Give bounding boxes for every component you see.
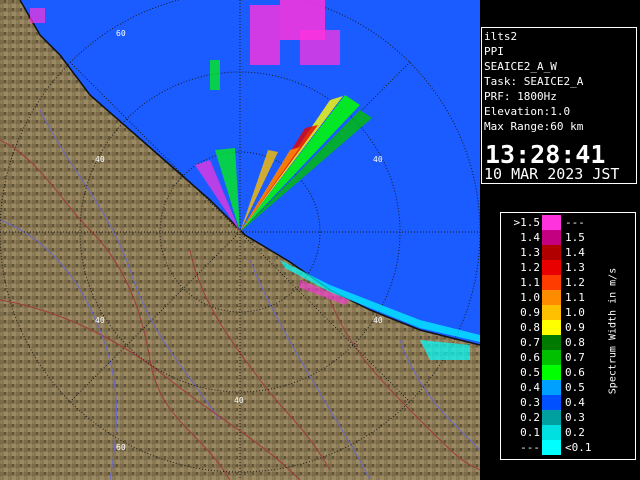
legend-lower-bound: >1.5 bbox=[513, 216, 541, 229]
legend-swatch bbox=[542, 395, 561, 410]
legend-row: --- <0.1 bbox=[501, 440, 621, 455]
legend-row: 0.1 0.2 bbox=[501, 425, 621, 440]
legend-row: 0.9 1.0 bbox=[501, 305, 621, 320]
legend-upper-bound: 1.0 bbox=[565, 306, 585, 319]
legend-upper-bound: 0.7 bbox=[565, 351, 585, 364]
legend-swatch bbox=[542, 275, 561, 290]
legend-lower-bound: 0.9 bbox=[520, 306, 540, 319]
legend-row: 1.1 1.2 bbox=[501, 275, 621, 290]
legend-swatch bbox=[542, 425, 561, 440]
legend-upper-bound: 1.2 bbox=[565, 276, 585, 289]
range-label: 40 bbox=[234, 396, 244, 405]
color-legend: >1.5 --- 1.4 1.5 1.3 1.4 1.2 1.3 1.1 1.2 1.0 1.1 0.9… bbox=[500, 212, 636, 460]
elevation-value: Elevation:1.0 bbox=[484, 105, 571, 118]
legend-row: 0.4 0.5 bbox=[501, 380, 621, 395]
radar-ppi-map[interactable]: 60 40 40 40 40 40 60 bbox=[0, 0, 480, 480]
legend-lower-bound: 1.0 bbox=[520, 291, 540, 304]
legend-swatch bbox=[542, 305, 561, 320]
legend-lower-bound: 0.5 bbox=[520, 366, 540, 379]
legend-swatch bbox=[542, 245, 561, 260]
legend-lower-bound: 1.4 bbox=[520, 231, 540, 244]
legend-lower-bound: 1.2 bbox=[520, 261, 540, 274]
range-label: 40 bbox=[373, 155, 383, 164]
legend-upper-bound: 0.4 bbox=[565, 396, 585, 409]
legend-row: 0.6 0.7 bbox=[501, 350, 621, 365]
legend-swatch bbox=[542, 320, 561, 335]
legend-lower-bound: 0.3 bbox=[520, 396, 540, 409]
legend-upper-bound: 0.9 bbox=[565, 321, 585, 334]
legend-lower-bound: 0.1 bbox=[520, 426, 540, 439]
legend-row: 1.3 1.4 bbox=[501, 245, 621, 260]
legend-row: >1.5 --- bbox=[501, 215, 621, 230]
info-panel: ilts2 PPI SEAICE2_A_W Task: SEAICE2_A PR… bbox=[481, 27, 637, 184]
legend-row: 1.0 1.1 bbox=[501, 290, 621, 305]
legend-lower-bound: 0.7 bbox=[520, 336, 540, 349]
legend-lower-bound: 0.6 bbox=[520, 351, 540, 364]
legend-swatch bbox=[542, 365, 561, 380]
legend-upper-bound: 0.8 bbox=[565, 336, 585, 349]
legend-upper-bound: 1.3 bbox=[565, 261, 585, 274]
legend-swatch bbox=[542, 440, 561, 455]
legend-swatch bbox=[542, 215, 561, 230]
legend-swatch bbox=[542, 335, 561, 350]
range-label: 40 bbox=[95, 155, 105, 164]
prf-value: PRF: 1800Hz bbox=[484, 90, 557, 103]
legend-upper-bound: 0.6 bbox=[565, 366, 585, 379]
range-label: 40 bbox=[373, 316, 383, 325]
legend-title: Spectrum Width in m/s bbox=[605, 231, 621, 431]
legend-lower-bound: 1.3 bbox=[520, 246, 540, 259]
legend-lower-bound: 0.8 bbox=[520, 321, 540, 334]
range-label: 60 bbox=[116, 443, 126, 452]
legend-swatch bbox=[542, 260, 561, 275]
legend-upper-bound: 1.1 bbox=[565, 291, 585, 304]
radar-name: ilts2 bbox=[484, 30, 518, 43]
task-name: Task: SEAICE2_A bbox=[484, 75, 584, 88]
legend-upper-bound: 0.2 bbox=[565, 426, 585, 439]
scan-date: 10 MAR 2023 JST bbox=[484, 165, 620, 183]
max-range-value: Max Range:60 km bbox=[484, 120, 584, 133]
legend-swatch bbox=[542, 230, 561, 245]
legend-row: 0.8 0.9 bbox=[501, 320, 621, 335]
legend-row: 0.7 0.8 bbox=[501, 335, 621, 350]
legend-row: 0.2 0.3 bbox=[501, 410, 621, 425]
legend-swatch bbox=[542, 290, 561, 305]
legend-swatch bbox=[542, 350, 561, 365]
legend-upper-bound: 0.3 bbox=[565, 411, 585, 424]
product-name: SEAICE2_A_W bbox=[484, 60, 557, 73]
legend-row: 1.2 1.3 bbox=[501, 260, 621, 275]
legend-upper-bound: 1.5 bbox=[565, 231, 585, 244]
legend-lower-bound: 0.2 bbox=[520, 411, 540, 424]
legend-lower-bound: --- bbox=[520, 441, 540, 454]
legend-row: 1.4 1.5 bbox=[501, 230, 621, 245]
legend-upper-bound: 1.4 bbox=[565, 246, 585, 259]
legend-upper-bound: <0.1 bbox=[565, 441, 592, 454]
legend-lower-bound: 1.1 bbox=[520, 276, 540, 289]
legend-row: 0.3 0.4 bbox=[501, 395, 621, 410]
legend-row: 0.5 0.6 bbox=[501, 365, 621, 380]
legend-upper-bound: --- bbox=[565, 216, 585, 229]
range-label: 40 bbox=[95, 316, 105, 325]
scan-type: PPI bbox=[484, 45, 504, 58]
legend-upper-bound: 0.5 bbox=[565, 381, 585, 394]
legend-title-text: Spectrum Width in m/s bbox=[607, 267, 619, 395]
range-label: 60 bbox=[116, 29, 126, 38]
legend-swatch bbox=[542, 380, 561, 395]
legend-lower-bound: 0.4 bbox=[520, 381, 540, 394]
legend-swatch bbox=[542, 410, 561, 425]
